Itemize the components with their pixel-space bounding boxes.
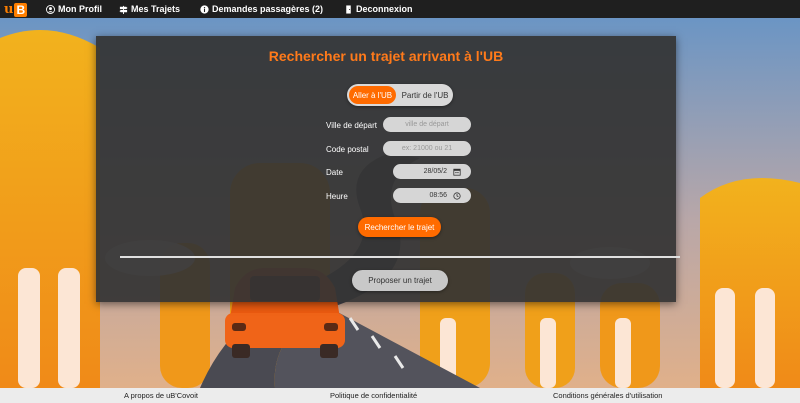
logo-letter-u: u <box>4 2 14 17</box>
departure-label: Ville de départ <box>326 121 377 130</box>
toggle-partir-ub[interactable]: Partir de l'UB <box>399 86 451 104</box>
divider <box>120 256 680 258</box>
propose-trip-button[interactable]: Proposer un trajet <box>352 270 448 291</box>
search-trip-button[interactable]: Rechercher le trajet <box>358 217 441 237</box>
page-title: Rechercher un trajet arrivant à l'UB <box>268 48 504 64</box>
date-value: 28/05/2 <box>423 168 447 175</box>
nav-deconnexion-label: Deconnexion <box>356 4 413 14</box>
footer-about-link[interactable]: A propos de uB'Covoit <box>124 391 198 400</box>
nav-mon-profil[interactable]: Mon Profil <box>46 3 102 15</box>
nav-demandes-label: Demandes passagères (2) <box>212 4 324 14</box>
user-circle-icon <box>46 4 55 14</box>
ub-logo[interactable]: uB <box>4 1 34 18</box>
departure-input[interactable]: ville de départ <box>383 117 471 132</box>
clock-icon[interactable] <box>453 191 461 200</box>
search-panel: Rechercher un trajet arrivant à l'UB All… <box>96 36 680 302</box>
time-label: Heure <box>326 192 348 201</box>
logo-letter-b: B <box>14 2 28 17</box>
calendar-icon[interactable] <box>453 168 461 176</box>
nav-deconnexion[interactable]: Deconnexion <box>344 3 413 15</box>
nav-mes-trajets-label: Mes Trajets <box>131 4 181 14</box>
nav-mon-profil-label: Mon Profil <box>58 4 102 14</box>
toggle-aller-ub[interactable]: Aller à l'UB <box>349 86 396 104</box>
footer-terms-link[interactable]: Conditions générales d'utilisation <box>553 391 662 400</box>
postal-input[interactable]: ex: 21000 ou 21 <box>383 141 471 156</box>
signpost-icon <box>119 5 128 14</box>
time-input[interactable]: 08:56 <box>393 188 471 203</box>
nav-demandes-passageres[interactable]: Demandes passagères (2) <box>200 3 323 15</box>
date-label: Date <box>326 168 343 177</box>
postal-label: Code postal <box>326 145 369 154</box>
date-input[interactable]: 28/05/2 <box>393 164 471 179</box>
time-value: 08:56 <box>429 192 447 199</box>
info-circle-icon <box>200 4 209 14</box>
door-icon <box>346 4 351 14</box>
nav-mes-trajets[interactable]: Mes Trajets <box>119 3 180 15</box>
direction-toggle: Aller à l'UB Partir de l'UB <box>347 84 453 106</box>
footer-privacy-link[interactable]: Politique de confidentialité <box>330 391 417 400</box>
footer: A propos de uB'Covoit Politique de confi… <box>0 388 800 403</box>
top-navbar: uB Mon Profil Mes Trajets Demandes passa… <box>0 0 800 18</box>
